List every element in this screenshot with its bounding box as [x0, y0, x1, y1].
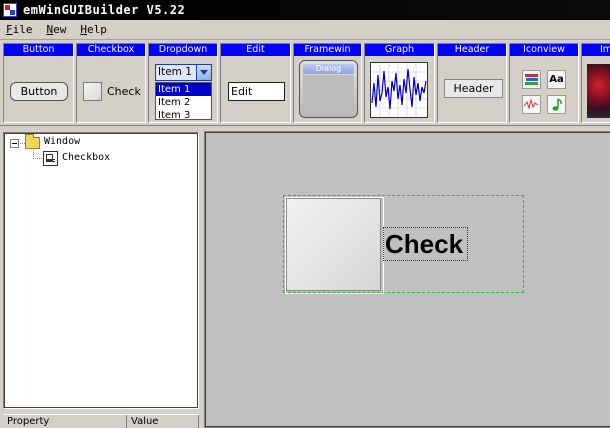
waveform-icon	[522, 95, 541, 114]
palette-edit-preview: Edit	[228, 82, 285, 101]
palette-graph-widget[interactable]: Graph	[364, 43, 435, 123]
image-preview-icon	[587, 64, 610, 118]
selected-window-outline[interactable]: Check	[283, 195, 524, 294]
palette-image-caption: Im	[582, 44, 610, 56]
widget-tree-view[interactable]: Window Checkbox	[3, 132, 199, 409]
menu-help-mnemonic: H	[80, 23, 87, 36]
palette-iconview-caption: Iconview	[510, 44, 578, 56]
design-canvas[interactable]: Check	[204, 131, 610, 428]
palette-checkbox-caption: Checkbox	[77, 44, 145, 56]
menu-bar: File New Help	[0, 20, 610, 40]
property-list-header: Property Value	[3, 414, 199, 428]
palette-edit-widget[interactable]: Edit Edit	[220, 43, 291, 123]
palette-dropdown-selected: Item 1	[158, 66, 192, 78]
palette-button-caption: Button	[4, 44, 73, 56]
menu-file-mnemonic: F	[6, 23, 13, 36]
window-title: emWinGUIBuilder V5.22	[23, 3, 186, 17]
palette-header-widget[interactable]: Header Header	[437, 43, 507, 123]
palette-dropdown-head: Item 1	[155, 64, 212, 81]
tree-connector	[33, 158, 42, 159]
menu-new[interactable]: New	[45, 22, 69, 37]
graph-icon	[371, 63, 427, 117]
palette-dropdown-caption: Dropdown	[149, 44, 217, 56]
palette-dropdown-option: Item 2	[158, 97, 191, 108]
menu-help-label: elp	[87, 23, 107, 36]
menu-file-label: ile	[12, 23, 33, 36]
canvas-checkbox-text[interactable]: Check	[383, 227, 468, 261]
font-icon: Aa	[547, 70, 566, 89]
title-bar: emWinGUIBuilder V5.22	[0, 0, 610, 20]
chevron-down-icon	[196, 65, 211, 80]
palette-checkbox-widget[interactable]: Checkbox Check	[76, 43, 146, 123]
palette-framewin-client	[303, 75, 354, 114]
folder-icon	[25, 134, 40, 149]
palette-dropdown-option: Item 1	[156, 83, 211, 96]
palette-framewin-widget[interactable]: Framewin Dialog	[293, 43, 362, 123]
palette-dropdown-widget[interactable]: Dropdown Item 1 Item 1 Item 2 Item 3	[148, 43, 218, 123]
palette-image-widget[interactable]: Im	[581, 43, 610, 123]
palette-checkbox-box	[83, 82, 102, 101]
palette-edit-caption: Edit	[221, 44, 290, 56]
palette-dropdown-option: Item 3	[158, 110, 191, 120]
widget-palette: Button Button Checkbox Check Dropdown It…	[0, 41, 610, 126]
palette-iconview-widget[interactable]: Iconview Aa	[509, 43, 579, 123]
menu-new-label: ew	[53, 23, 67, 36]
app-icon[interactable]	[3, 3, 17, 17]
palette-header-caption: Header	[438, 44, 506, 56]
palette-graph-preview	[370, 62, 428, 118]
value-column-header[interactable]: Value	[127, 415, 199, 428]
palette-dropdown-list: Item 1 Item 2 Item 3	[155, 82, 212, 120]
menu-help[interactable]: Help	[78, 22, 109, 37]
palette-framewin-caption: Framewin	[294, 44, 361, 56]
property-column-header[interactable]: Property	[3, 415, 127, 428]
books-icon	[522, 70, 541, 89]
music-note-icon	[547, 95, 566, 114]
palette-button-widget[interactable]: Button Button	[3, 43, 74, 123]
palette-framewin-preview: Dialog	[299, 60, 358, 118]
collapse-icon[interactable]	[10, 139, 19, 148]
menu-file[interactable]: File	[4, 22, 35, 37]
palette-button-preview: Button	[10, 82, 68, 101]
palette-checkbox-label: Check	[107, 85, 141, 98]
checkbox-widget-icon	[43, 151, 58, 166]
tree-item-checkbox[interactable]: Checkbox	[62, 152, 110, 163]
palette-header-preview: Header	[444, 79, 503, 98]
canvas-checkbox-box[interactable]	[285, 197, 384, 294]
tree-item-window[interactable]: Window	[44, 136, 80, 147]
palette-graph-caption: Graph	[365, 44, 434, 56]
palette-framewin-title: Dialog	[303, 64, 354, 74]
